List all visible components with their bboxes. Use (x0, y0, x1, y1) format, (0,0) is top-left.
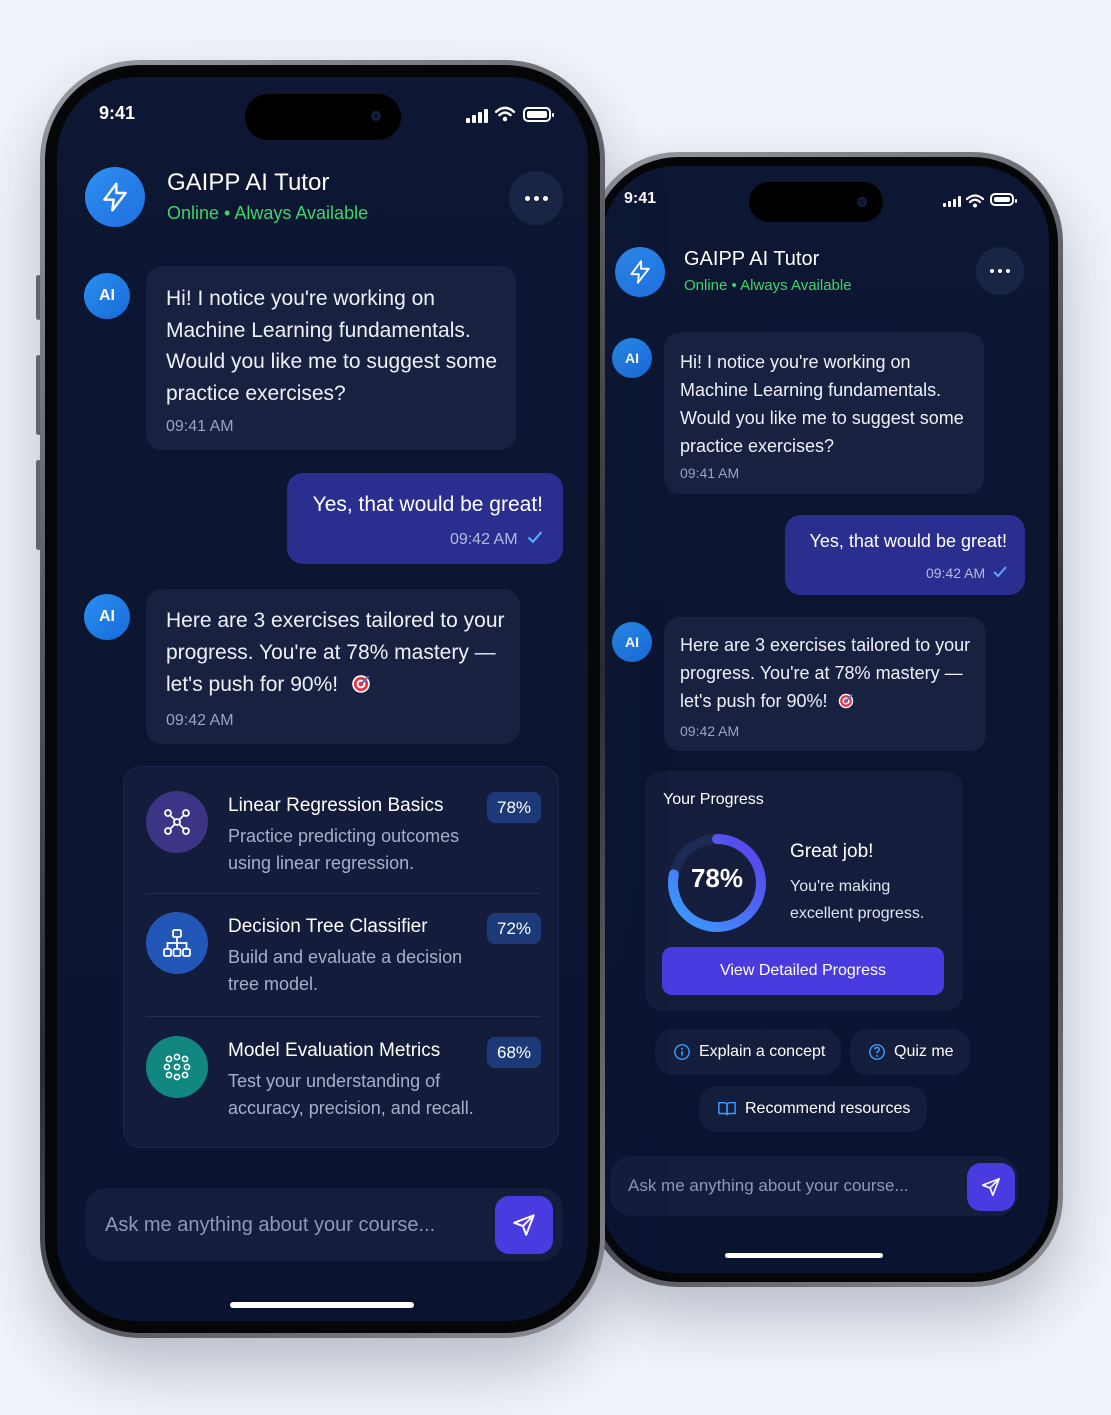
message-text: Here are 3 exercises tailored to your pr… (166, 609, 505, 696)
page-title: GAIPP AI Tutor (167, 169, 330, 196)
ai-badge: AI (84, 594, 130, 640)
message-text: Yes, that would be great! (809, 531, 1007, 551)
tutor-avatar (85, 167, 145, 227)
exercise-title: Decision Tree Classifier (228, 916, 428, 937)
explain-concept-chip[interactable]: Explain a concept (655, 1029, 841, 1075)
check-icon (993, 566, 1007, 578)
bolt-icon (630, 260, 650, 284)
signal-icon (466, 109, 488, 123)
target-icon (838, 693, 853, 709)
check-icon (527, 531, 543, 544)
dots-grid-icon (146, 1036, 208, 1098)
status-time: 9:41 (624, 190, 657, 207)
ai-badge: AI (84, 273, 130, 319)
message-text: Yes, that would be great! (312, 493, 543, 516)
progress-sub: You're making excellent progress. (790, 878, 925, 922)
dynamic-island (245, 94, 401, 140)
user-message-bubble: Yes, that would be great! 09:42 AM (287, 473, 563, 564)
book-icon (718, 1101, 736, 1116)
ai-message-bubble: Hi! I notice you're working on Machine L… (146, 266, 516, 450)
user-message-bubble: Yes, that would be great! 09:42 AM (785, 515, 1025, 595)
page-title: GAIPP AI Tutor (684, 248, 820, 270)
more-options-button[interactable] (976, 247, 1024, 295)
progress-great: Great job! (790, 841, 874, 862)
battery-icon (990, 193, 1017, 206)
message-time: 09:41 AM (680, 465, 740, 481)
battery-icon (523, 107, 554, 122)
send-button[interactable] (967, 1163, 1015, 1211)
exercises-card: Linear Regression Basics Practice predic… (123, 766, 559, 1148)
phone-right-screen: 9:41 GAIPP AI Tutor Online • Always Avai… (602, 166, 1049, 1273)
phone-right: 9:41 GAIPP AI Tutor Online • Always Avai… (588, 152, 1063, 1287)
view-progress-button[interactable]: View Detailed Progress (662, 947, 944, 995)
target-icon (352, 675, 370, 693)
exercise-item[interactable]: Decision Tree Classifier Build and evalu… (124, 893, 558, 1016)
message-text: Here are 3 exercises tailored to your pr… (680, 635, 971, 711)
recommend-resources-chip[interactable]: Recommend resources (699, 1086, 927, 1132)
home-indicator (230, 1302, 414, 1308)
dynamic-island (749, 182, 883, 222)
nodes-icon (146, 791, 208, 853)
message-composer (85, 1188, 563, 1261)
progress-heading: Your Progress (663, 791, 764, 808)
exercise-desc: Practice predicting outcomes using linea… (228, 826, 460, 873)
signal-icon (943, 196, 961, 207)
phone-left: 9:41 GAIPP AI Tutor Online • Always Avai… (40, 60, 605, 1338)
status-time: 9:41 (99, 103, 136, 123)
exercise-item[interactable]: Model Evaluation Metrics Test your under… (124, 1016, 558, 1149)
tree-icon (146, 912, 208, 974)
quiz-me-chip[interactable]: Quiz me (850, 1029, 970, 1075)
chip-label: Quiz me (894, 1043, 954, 1060)
online-status: Online • Always Available (684, 277, 852, 294)
message-input[interactable] (628, 1170, 928, 1202)
message-time: 09:42 AM (925, 565, 986, 581)
online-status: Online • Always Available (167, 203, 369, 223)
exercise-title: Linear Regression Basics (228, 795, 444, 816)
more-options-button[interactable] (509, 171, 563, 225)
home-indicator (725, 1253, 883, 1258)
ai-message-bubble: Hi! I notice you're working on Machine L… (664, 332, 984, 494)
exercise-percent: 68% (487, 1037, 541, 1068)
exercise-percent: 72% (487, 913, 541, 944)
send-button[interactable] (495, 1196, 553, 1254)
message-time: 09:42 AM (680, 723, 740, 739)
wifi-icon (966, 194, 984, 208)
message-time: 09:42 AM (166, 712, 234, 729)
exercise-desc: Build and evaluate a decision tree model… (228, 947, 463, 994)
message-time: 09:41 AM (166, 418, 234, 435)
ai-badge: AI (612, 338, 652, 378)
exercise-title: Model Evaluation Metrics (228, 1040, 441, 1061)
exercise-percent: 78% (487, 792, 541, 823)
info-icon (674, 1044, 690, 1060)
chip-label: Recommend resources (745, 1100, 911, 1117)
exercise-desc: Test your understanding of accuracy, pre… (228, 1071, 474, 1118)
phone-left-screen: 9:41 GAIPP AI Tutor Online • Always Avai… (57, 77, 588, 1321)
send-icon (513, 1214, 535, 1236)
tutor-avatar (615, 247, 665, 297)
progress-card: Your Progress 78% Great job! You're maki… (645, 771, 963, 1011)
message-text: Hi! I notice you're working on Machine L… (680, 352, 964, 456)
send-icon (981, 1177, 1001, 1197)
message-input[interactable] (105, 1208, 465, 1242)
chip-label: Explain a concept (699, 1043, 826, 1060)
question-icon (869, 1044, 885, 1060)
message-composer (610, 1156, 1018, 1216)
bolt-icon (103, 182, 127, 212)
message-text: Hi! I notice you're working on Machine L… (166, 287, 498, 405)
message-time: 09:42 AM (449, 531, 518, 548)
ai-message-bubble: Here are 3 exercises tailored to your pr… (664, 617, 986, 751)
exercise-item[interactable]: Linear Regression Basics Practice predic… (124, 767, 558, 892)
ai-message-bubble: Here are 3 exercises tailored to your pr… (146, 589, 520, 744)
ai-badge: AI (612, 622, 652, 662)
progress-value: 78% (690, 863, 744, 893)
wifi-icon (495, 106, 515, 122)
